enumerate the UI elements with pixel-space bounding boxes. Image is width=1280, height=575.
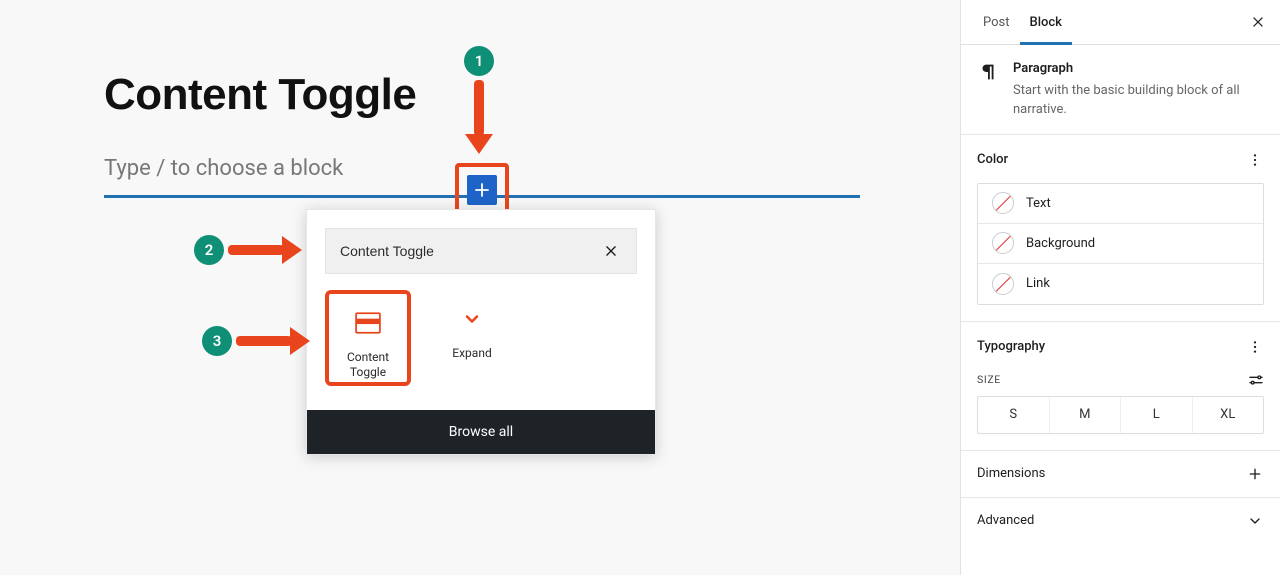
color-row-background[interactable]: Background xyxy=(978,224,1263,264)
swatch-text xyxy=(992,192,1014,214)
insertion-line xyxy=(104,195,860,198)
color-row-label: Background xyxy=(1026,236,1095,251)
size-segmented-control: S M L XL xyxy=(977,396,1264,434)
size-s-button[interactable]: S xyxy=(978,397,1050,433)
color-option-list: Text Background Link xyxy=(977,183,1264,305)
size-xl-button[interactable]: XL xyxy=(1193,397,1264,433)
block-tile-label: Expand xyxy=(452,346,491,361)
block-inserter-popover: Content Toggle Expand Browse all xyxy=(306,209,656,455)
inserter-search-input[interactable] xyxy=(340,243,600,259)
settings-sidebar: Post Block Paragraph Start with the basi… xyxy=(960,0,1280,575)
kebab-icon[interactable] xyxy=(1246,338,1264,356)
inserter-search[interactable] xyxy=(325,228,637,274)
panel-typography-title: Typography xyxy=(977,339,1045,354)
sidebar-tabs: Post Block xyxy=(961,0,1280,45)
panel-advanced-title: Advanced xyxy=(977,513,1034,528)
editor-canvas: Content Toggle Type / to choose a block … xyxy=(0,0,960,575)
panel-color-head[interactable]: Color xyxy=(977,151,1264,169)
tab-block[interactable]: Block xyxy=(1020,0,1072,44)
size-heading-row: SIZE xyxy=(977,372,1264,388)
content-toggle-block-icon xyxy=(355,306,381,340)
size-label: SIZE xyxy=(977,373,1001,386)
inserter-block-grid: Content Toggle Expand xyxy=(307,274,655,410)
color-row-text[interactable]: Text xyxy=(978,184,1263,224)
color-row-label: Link xyxy=(1026,276,1050,291)
annotation-3: 3 xyxy=(202,326,308,356)
annotation-badge-3: 3 xyxy=(202,326,232,356)
panel-typography: Typography SIZE S M L XL xyxy=(961,321,1280,450)
chevron-down-icon xyxy=(462,302,482,336)
swatch-background xyxy=(992,232,1014,254)
block-tile-content-toggle[interactable]: Content Toggle xyxy=(325,290,411,386)
panel-color-title: Color xyxy=(977,152,1008,167)
color-row-link[interactable]: Link xyxy=(978,264,1263,304)
block-tile-label: Content Toggle xyxy=(329,350,407,380)
annotation-2: 2 xyxy=(194,235,300,265)
panel-advanced[interactable]: Advanced xyxy=(961,497,1280,544)
arrow-right-icon xyxy=(236,333,308,349)
block-name: Paragraph xyxy=(1013,61,1264,76)
sliders-icon[interactable] xyxy=(1248,372,1264,388)
app-root: Content Toggle Type / to choose a block … xyxy=(0,0,1280,575)
sidebar-close-button[interactable] xyxy=(1248,12,1268,32)
panel-dimensions-title: Dimensions xyxy=(977,466,1045,481)
plus-icon[interactable] xyxy=(1246,465,1264,483)
annotation-badge-2: 2 xyxy=(194,235,224,265)
block-summary: Paragraph Start with the basic building … xyxy=(961,45,1280,134)
size-l-button[interactable]: L xyxy=(1121,397,1193,433)
inserter-search-row xyxy=(307,210,655,274)
browse-all-button[interactable]: Browse all xyxy=(307,410,655,454)
close-icon xyxy=(1251,15,1265,29)
inserter-clear-button[interactable] xyxy=(600,240,622,262)
block-description: Start with the basic building block of a… xyxy=(1013,82,1264,120)
tab-post[interactable]: Post xyxy=(973,0,1020,44)
panel-color: Color Text Background Link xyxy=(961,134,1280,321)
plus-icon xyxy=(473,181,491,199)
kebab-icon[interactable] xyxy=(1246,151,1264,169)
empty-paragraph[interactable]: Type / to choose a block xyxy=(104,156,860,198)
paragraph-icon xyxy=(977,61,999,83)
block-tile-expand[interactable]: Expand xyxy=(429,290,515,386)
close-icon xyxy=(604,244,618,258)
panel-typography-head[interactable]: Typography xyxy=(977,338,1264,356)
swatch-link xyxy=(992,273,1014,295)
arrow-right-icon xyxy=(228,242,300,258)
add-block-button[interactable] xyxy=(467,175,497,205)
page-title[interactable]: Content Toggle xyxy=(104,70,860,120)
size-m-button[interactable]: M xyxy=(1050,397,1122,433)
add-block-wrap xyxy=(467,175,497,205)
panel-dimensions[interactable]: Dimensions xyxy=(961,450,1280,497)
color-row-label: Text xyxy=(1026,196,1051,211)
chevron-down-icon[interactable] xyxy=(1246,512,1264,530)
